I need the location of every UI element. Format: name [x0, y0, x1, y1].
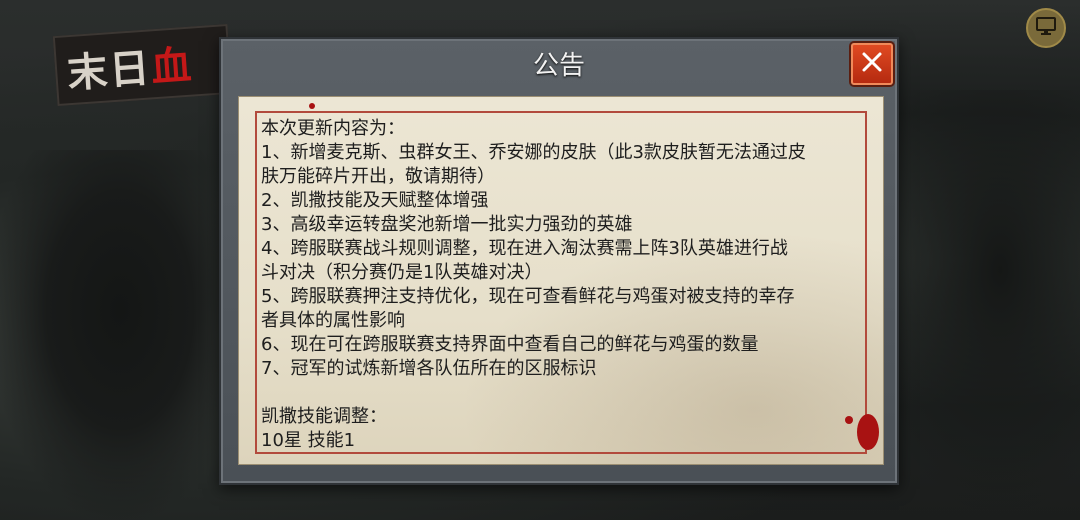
- notice-line: 凯撒技能调整：: [261, 406, 387, 427]
- announcement-dialog: 公告 本次更新内容为： 1、新增麦克斯、虫群女王、乔安娜的皮肤（此3款皮肤暂无法通…: [219, 37, 899, 485]
- dialog-title: 公告: [532, 51, 585, 81]
- notice-text: 本次更新内容为： 1、新增麦克斯、虫群女王、乔安娜的皮肤（此3款皮肤暂无法通过皮肤…: [261, 117, 861, 453]
- notice-line: 3、高级幸运转盘奖池新增一批实力强劲的英雄: [261, 214, 633, 235]
- notice-line: 1、新增麦克斯、虫群女王、乔安娜的皮肤（此3款皮肤暂无法通过皮: [261, 142, 806, 163]
- notice-line: 5、跨服联赛押注支持优化，现在可查看鲜花与鸡蛋对被支持的幸存: [261, 286, 795, 307]
- game-scene: 末日血 公告 本次更新内容为： 1、新增麦克斯、虫群女王、乔安娜的皮肤（此3款皮…: [0, 0, 1080, 520]
- notice-line: 本次更新内容为：: [261, 118, 405, 139]
- background-figure-left: [0, 150, 250, 520]
- notice-content-panel[interactable]: 本次更新内容为： 1、新增麦克斯、虫群女王、乔安娜的皮肤（此3款皮肤暂无法通过皮肤…: [238, 96, 884, 465]
- notice-line: [261, 381, 861, 405]
- notice-line: 斗对决（积分赛仍是1队英雄对决）: [261, 262, 543, 283]
- notice-line: 4、跨服联赛战斗规则调整，现在进入淘汰赛需上阵3队英雄进行战: [261, 238, 788, 259]
- blood-splatter: [309, 103, 315, 109]
- monitor-button[interactable]: [1026, 8, 1066, 48]
- close-button[interactable]: [851, 43, 893, 85]
- notice-line: 者具体的属性影响: [261, 310, 405, 331]
- notice-line: 6、现在可在跨服联赛支持界面中查看自己的鲜花与鸡蛋的数量: [261, 334, 759, 355]
- notice-line: 肤万能碎片开出，敬请期待）: [261, 166, 495, 187]
- game-logo: 末日血: [52, 23, 233, 107]
- monitor-icon: [1035, 16, 1057, 40]
- game-logo-text: 末日血: [65, 42, 195, 98]
- notice-scroll-area[interactable]: 本次更新内容为： 1、新增麦克斯、虫群女王、乔安娜的皮肤（此3款皮肤暂无法通过皮肤…: [261, 117, 861, 460]
- notice-line: 2、凯撒技能及天赋整体增强: [261, 190, 489, 211]
- notice-line: 7、冠军的试炼新增各队伍所在的区服标识: [261, 358, 597, 379]
- notice-line: 10星 技能1: [261, 430, 356, 451]
- close-icon: [860, 50, 884, 78]
